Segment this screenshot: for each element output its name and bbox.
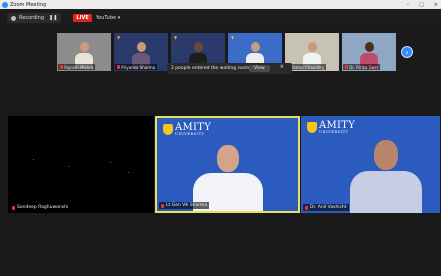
participant-thumb[interactable]: Rajnish Mishra xyxy=(57,33,111,71)
mic-muted-icon xyxy=(305,205,308,210)
record-icon xyxy=(11,15,16,21)
waiting-room-notification: 2 people entered the waiting room View × xyxy=(167,63,292,74)
maximize-icon[interactable]: □ xyxy=(419,2,424,8)
zoom-logo-icon xyxy=(2,1,8,8)
participant-name: Lt Gen VK Sharma xyxy=(159,202,210,209)
participant-name: Dr. Anil Vashisht xyxy=(303,204,349,211)
notification-message: 2 people entered the waiting room xyxy=(171,66,250,71)
chevron-down-icon: ▾ xyxy=(117,15,121,21)
participant-name: Priyanka Sharma xyxy=(115,64,158,70)
video-tile[interactable]: Sandeep Raghuwanshi xyxy=(8,116,154,213)
window-controls: – □ × xyxy=(407,0,438,9)
amity-logo: ▼ xyxy=(117,35,121,40)
mic-muted-icon xyxy=(161,203,164,208)
recording-bar: Recording ❚❚ LIVE YouTube ▾ xyxy=(0,9,441,27)
participant-name: Dr. Ritika Goel xyxy=(343,64,380,70)
participant-name: Rajnish Mishra xyxy=(58,64,96,70)
amity-logo: AMITY UNIVERSITY xyxy=(307,121,355,134)
close-window-icon[interactable]: × xyxy=(434,2,438,8)
live-platform-label: YouTube xyxy=(95,15,117,21)
chevron-right-icon: › xyxy=(405,47,409,57)
next-page-button[interactable]: › xyxy=(401,46,413,58)
amity-logo: ▼ xyxy=(231,35,235,40)
mic-muted-icon xyxy=(117,65,120,69)
live-platform-dropdown[interactable]: YouTube ▾ xyxy=(96,15,120,21)
close-icon[interactable]: × xyxy=(280,64,284,70)
view-waiting-room-button[interactable]: View xyxy=(249,65,270,72)
minimize-icon[interactable]: – xyxy=(407,2,410,8)
participant-video xyxy=(350,140,422,213)
video-tile[interactable]: AMITY UNIVERSITY Dr. Anil Vashisht xyxy=(301,116,440,213)
mic-muted-icon xyxy=(345,65,348,69)
mic-muted-icon xyxy=(60,65,63,69)
amity-logo: AMITY UNIVERSITY xyxy=(163,123,211,136)
amity-shield-icon xyxy=(163,124,173,135)
live-badge: LIVE xyxy=(73,14,92,22)
participant-name: Rahul Chaudhry xyxy=(286,64,327,70)
recording-indicator[interactable]: Recording ❚❚ xyxy=(7,13,62,23)
amity-shield-icon xyxy=(307,122,317,133)
mic-muted-icon xyxy=(12,205,15,210)
title-bar: Zoom Meeting – □ × xyxy=(0,0,441,9)
participant-thumb[interactable]: Dr. Ritika Goel xyxy=(342,33,396,71)
recording-label: Recording xyxy=(19,15,45,21)
window-title: Zoom Meeting xyxy=(10,1,47,8)
camera-off-video xyxy=(28,156,138,176)
amity-logo: ▼ xyxy=(174,35,178,40)
participant-thumb[interactable]: Rahul Chaudhry xyxy=(285,33,339,71)
active-speaker-tile[interactable]: AMITY UNIVERSITY Lt Gen VK Sharma xyxy=(155,116,300,213)
participant-thumb[interactable]: ▼ Priyanka Sharma xyxy=(114,33,168,71)
participant-name: Sandeep Raghuwanshi xyxy=(10,204,71,211)
pause-icon[interactable]: ❚❚ xyxy=(49,15,57,21)
